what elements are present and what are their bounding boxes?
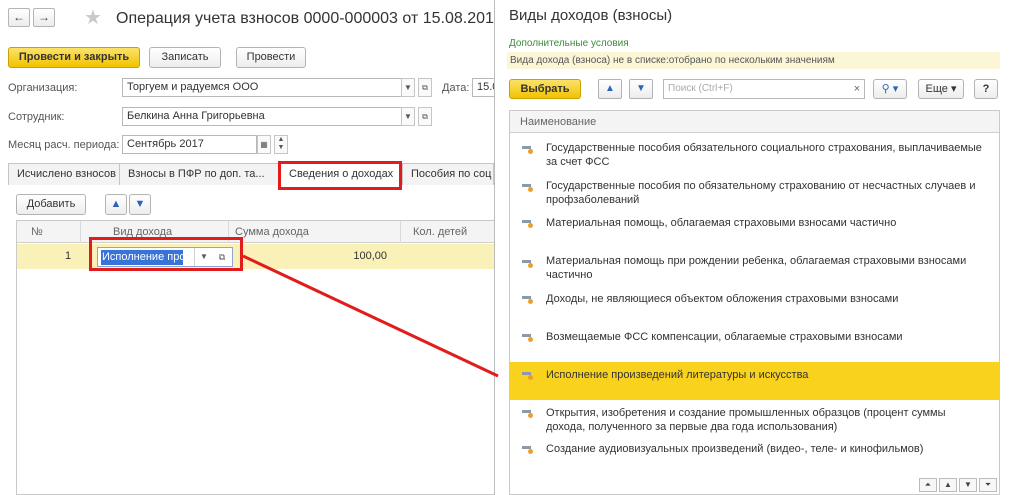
catalog-item-icon (522, 184, 533, 192)
additional-conditions-link[interactable]: Дополнительные условия (509, 38, 629, 49)
list-item-label: Исполнение произведений литературы и иск… (546, 369, 809, 381)
calendar-icon[interactable]: ▦ (257, 135, 271, 154)
list-item[interactable]: Материальная помощь при рождении ребенка… (510, 248, 999, 286)
move-down-icon[interactable]: ▼ (629, 79, 653, 99)
filter-info-bar: Вида дохода (взноса) не в списке:отобран… (507, 52, 1000, 69)
list-item-label: Доходы, не являющиеся объектом обложения… (546, 293, 899, 305)
organization-label: Организация: (8, 82, 78, 94)
list-item-label: Создание аудиовизуальных произведений (в… (546, 443, 924, 455)
document-tabs: Исчислено взносов Взносы в ПФР по доп. т… (8, 163, 494, 186)
catalog-item-icon (522, 146, 533, 154)
catalog-item-icon (522, 446, 533, 454)
date-field[interactable]: 15.0 (472, 78, 494, 97)
list-item[interactable]: Создание аудиовизуальных произведений (в… (510, 438, 999, 476)
more-menu-button[interactable]: Еще ▾ (918, 79, 964, 99)
scroll-top-icon[interactable]: ⏶ (919, 478, 937, 492)
list-item-label: Возмещаемые ФСС компенсации, облагаемые … (546, 331, 903, 343)
organization-dropdown-icon[interactable]: ▼ (401, 78, 415, 97)
selection-title: Виды доходов (взносы) (509, 7, 673, 24)
list-item[interactable]: Государственные пособия обязательного со… (510, 134, 999, 172)
organization-field[interactable]: Торгуем и радуемся ООО (122, 78, 402, 97)
favorite-star-icon[interactable]: ★ (84, 5, 102, 30)
list-item[interactable]: Материальная помощь, облагаемая страховы… (510, 210, 999, 248)
list-item-label: Государственные пособия по обязательному… (546, 180, 976, 206)
income-kind-highlight-frame (89, 237, 243, 271)
employee-field[interactable]: Белкина Анна Григорьевна (122, 107, 402, 126)
back-button[interactable]: ← (8, 8, 30, 27)
document-title: Операция учета взносов 0000-000003 от 15… (116, 10, 494, 27)
post-and-close-button[interactable]: Провести и закрыть (8, 47, 140, 68)
list-item-label: Материальная помощь, облагаемая страховы… (546, 217, 897, 229)
month-stepper[interactable]: ▲ ▼ (274, 135, 288, 154)
income-kinds-list: Наименование Государственные пособия обя… (509, 110, 1000, 495)
employee-dropdown-icon[interactable]: ▼ (401, 107, 415, 126)
catalog-item-icon (522, 260, 533, 268)
search-input[interactable]: Поиск (Ctrl+F) (663, 79, 865, 99)
help-button[interactable]: ? (974, 79, 998, 99)
column-header-number[interactable]: № (17, 221, 81, 243)
date-label: Дата: (442, 82, 470, 94)
list-item-label: Государственные пособия обязательного со… (546, 142, 982, 168)
column-header-name[interactable]: Наименование (510, 111, 999, 133)
catalog-item-icon (522, 372, 533, 380)
list-item-label: Открытия, изобретения и создание промышл… (546, 407, 946, 433)
move-up-icon[interactable]: ▲ (105, 194, 127, 215)
employee-label: Сотрудник: (8, 111, 65, 123)
employee-open-icon[interactable]: ⧉ (418, 107, 432, 126)
income-sum-cell[interactable]: 100,00 (317, 244, 387, 269)
catalog-item-icon (522, 296, 533, 304)
catalog-item-icon (522, 410, 533, 418)
tab-social-benefits[interactable]: Пособия по соц (402, 163, 494, 185)
column-header-children[interactable]: Кол. детей (401, 221, 494, 243)
organization-open-icon[interactable]: ⧉ (418, 78, 432, 97)
catalog-item-icon (522, 334, 533, 342)
list-item[interactable]: Государственные пособия по обязательному… (510, 172, 999, 210)
list-item[interactable]: Возмещаемые ФСС компенсации, облагаемые … (510, 324, 999, 362)
column-header-income-sum[interactable]: Сумма дохода (229, 221, 401, 243)
list-item[interactable]: Доходы, не являющиеся объектом обложения… (510, 286, 999, 324)
scroll-up-icon[interactable]: ▲ (939, 478, 957, 492)
month-label: Месяц расч. периода: (8, 139, 120, 151)
move-down-icon[interactable]: ▼ (129, 194, 151, 215)
catalog-item-icon (522, 220, 533, 228)
row-number: 1 (65, 250, 72, 262)
tab-calculated-contributions[interactable]: Исчислено взносов (8, 163, 120, 185)
month-field[interactable]: Сентябрь 2017 (122, 135, 257, 154)
add-row-button[interactable]: Добавить (16, 194, 86, 215)
list-item-selected[interactable]: Исполнение произведений литературы и иск… (510, 362, 999, 400)
clear-search-icon[interactable]: × (849, 79, 865, 99)
tab-pfr-contributions[interactable]: Взносы в ПФР по доп. та... (119, 163, 279, 185)
list-item-label: Материальная помощь при рождении ребенка… (546, 255, 967, 281)
list-item[interactable]: Открытия, изобретения и создание промышл… (510, 400, 999, 438)
scroll-down-icon[interactable]: ▼ (959, 478, 977, 492)
search-icon[interactable]: ⚲ ▾ (873, 79, 907, 99)
income-kinds-selection-window: Виды доходов (взносы) Дополнительные усл… (494, 0, 1024, 495)
more-label: Еще (925, 83, 948, 95)
save-button[interactable]: Записать (149, 47, 221, 68)
income-table: № Вид дохода Сумма дохода Кол. детей 1 И… (16, 220, 494, 495)
forward-button[interactable]: → (33, 8, 55, 27)
post-button[interactable]: Провести (236, 47, 306, 68)
tab-highlight-frame (278, 161, 402, 190)
document-window: ← → ★ Операция учета взносов 0000-000003… (0, 0, 494, 495)
scroll-bottom-icon[interactable]: ⏷ (979, 478, 997, 492)
select-button[interactable]: Выбрать (509, 79, 581, 99)
move-up-icon[interactable]: ▲ (598, 79, 622, 99)
